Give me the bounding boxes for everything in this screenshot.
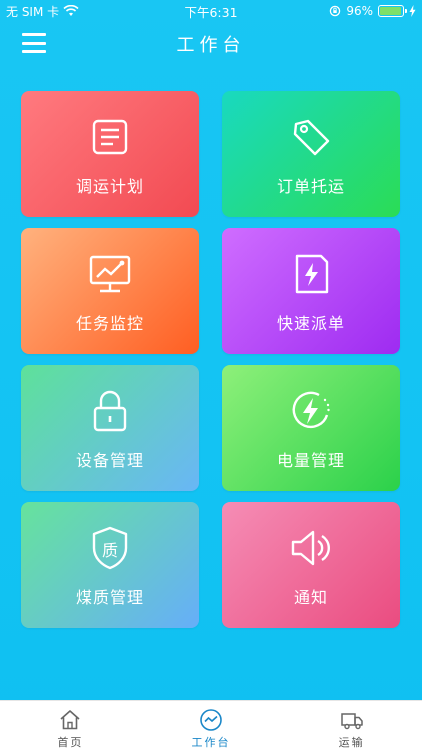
- tab-label: 首页: [57, 736, 84, 749]
- tile-label: 快速派单: [276, 314, 345, 333]
- tab-label: 运输: [338, 736, 365, 749]
- tag-icon: [289, 115, 333, 159]
- tile-task-monitor[interactable]: 任务监控: [21, 228, 199, 354]
- tab-transport[interactable]: 运输: [281, 701, 422, 750]
- speaker-icon: [289, 526, 333, 570]
- power-lightning-icon: [289, 389, 333, 433]
- tab-bar: 首页 工作台 运输: [0, 700, 422, 750]
- activity-circle-icon: [200, 709, 222, 731]
- battery-icon: [378, 5, 407, 17]
- tile-label: 调运计划: [75, 177, 144, 196]
- document-list-icon: [88, 115, 132, 159]
- status-right: 96%: [329, 0, 416, 22]
- truck-icon: [340, 713, 363, 730]
- lightning-document-icon: [289, 252, 333, 296]
- tile-label: 任务监控: [75, 314, 144, 333]
- nav-bar: 工作台: [0, 22, 422, 66]
- home-icon: [60, 710, 80, 730]
- orientation-lock-icon: [330, 5, 341, 17]
- workbench-grid: 调运计划 订单托运 任务监控 快速派单 设备管理 电量管理 质 煤质管理 通知: [21, 91, 402, 628]
- tile-label: 通知: [293, 588, 328, 607]
- tile-power-manage[interactable]: 电量管理: [222, 365, 400, 491]
- tab-label: 工作台: [191, 736, 231, 749]
- lock-icon: [88, 389, 132, 433]
- hamburger-menu-icon[interactable]: [22, 33, 46, 53]
- tile-label: 设备管理: [75, 451, 144, 470]
- tile-coal-quality[interactable]: 质 煤质管理: [21, 502, 199, 628]
- tab-workbench[interactable]: 工作台: [141, 701, 282, 750]
- tile-notification[interactable]: 通知: [222, 502, 400, 628]
- tile-label: 煤质管理: [75, 588, 144, 607]
- tile-device-manage[interactable]: 设备管理: [21, 365, 199, 491]
- tile-label: 电量管理: [276, 451, 345, 470]
- svg-text:质: 质: [102, 541, 118, 560]
- tile-order-consign[interactable]: 订单托运: [222, 91, 400, 217]
- shield-quality-icon: 质: [88, 526, 132, 570]
- status-bar: 无 SIM 卡 下午6:31 96%: [0, 0, 422, 22]
- charging-icon: [409, 5, 416, 17]
- page-title: 工作台: [176, 35, 246, 56]
- tile-quick-dispatch[interactable]: 快速派单: [222, 228, 400, 354]
- tab-home[interactable]: 首页: [0, 701, 141, 750]
- tile-label: 订单托运: [276, 177, 345, 196]
- tile-dispatch-plan[interactable]: 调运计划: [21, 91, 199, 217]
- battery-percent: 96%: [346, 4, 373, 18]
- monitor-chart-icon: [88, 252, 132, 296]
